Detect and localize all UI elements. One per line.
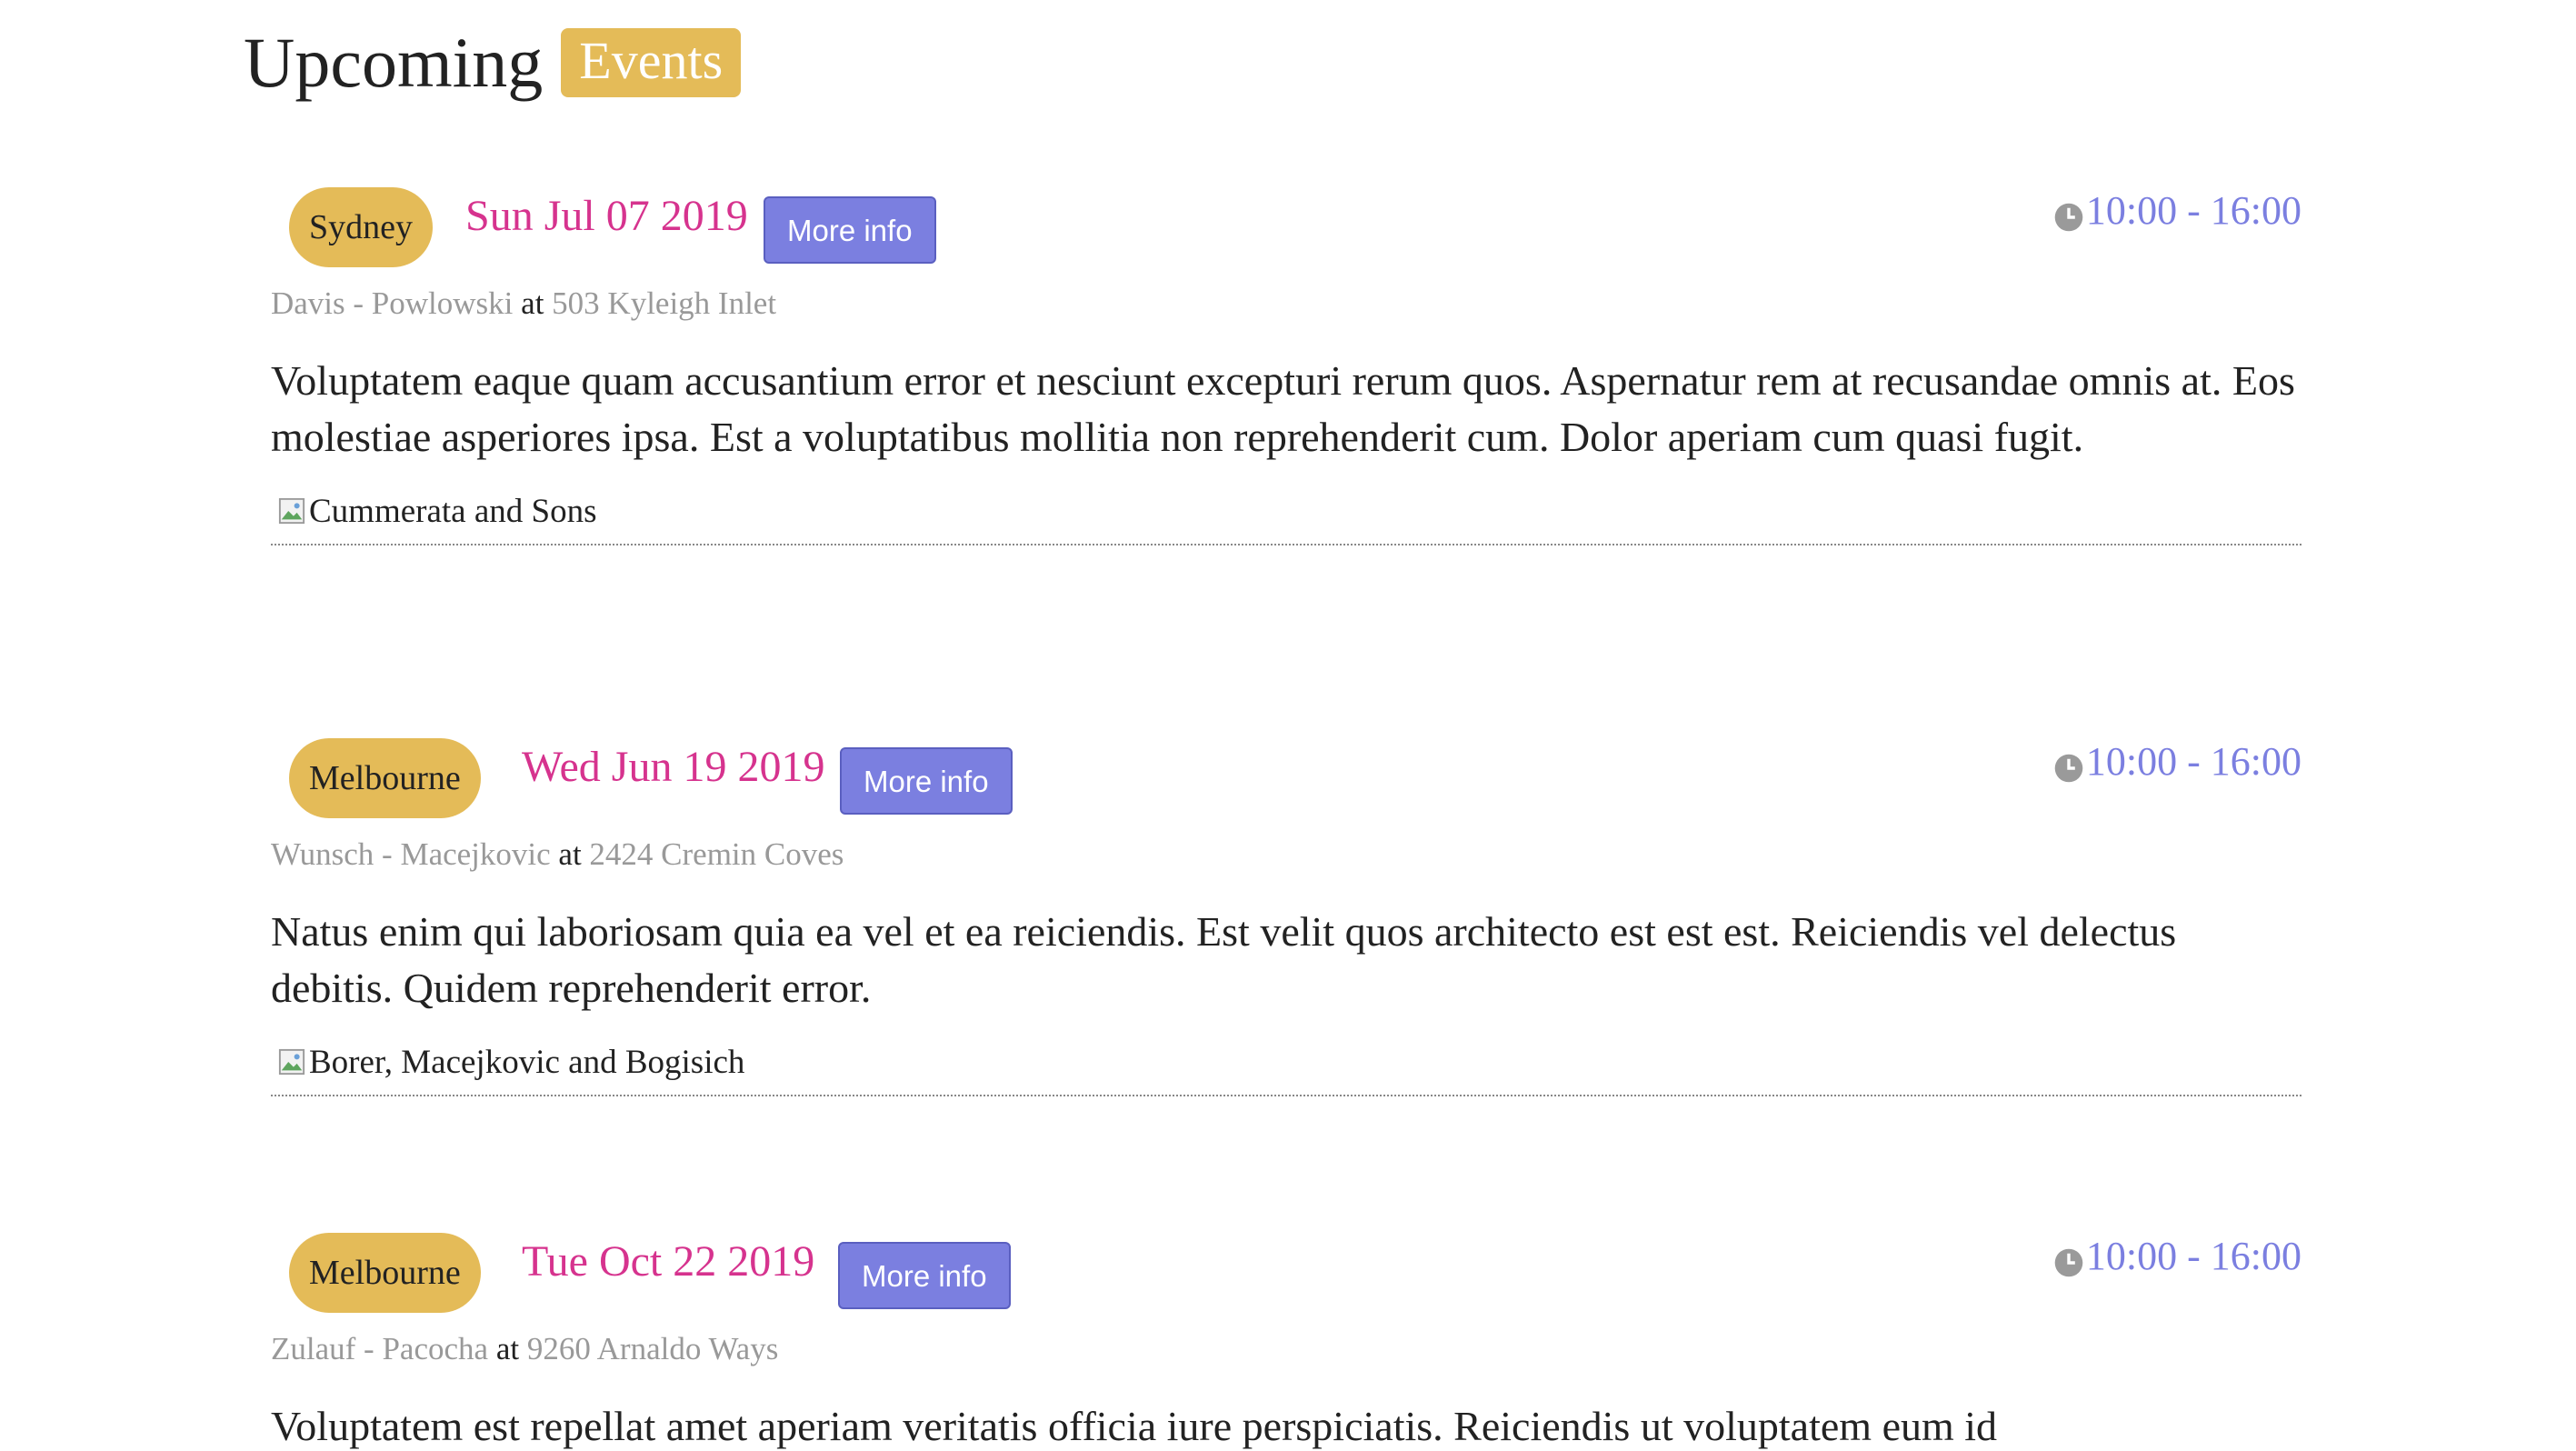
event-card: Sydney Sun Jul 07 2019 More info 10:00 -…: [271, 187, 2301, 545]
event-address: 503 Kyleigh Inlet: [552, 285, 777, 321]
event-header: Melbourne Tue Oct 22 2019 More info 10:0…: [271, 1233, 2301, 1324]
event-time-text: 10:00 - 16:00: [2085, 1234, 2301, 1278]
events-badge: Events: [561, 27, 742, 97]
at-label: at: [521, 285, 544, 321]
event-card: Melbourne Wed Jun 19 2019 More info 10:0…: [271, 738, 2301, 1096]
event-organizer: Wunsch - Macejkovic: [271, 836, 551, 872]
event-location: Zulauf - Pacocha at 9260 Arnaldo Ways: [271, 1324, 2301, 1375]
event-date: Wed Jun 19 2019: [522, 743, 825, 791]
at-label: at: [495, 1331, 520, 1366]
event-time: 10:00 - 16:00: [2053, 187, 2301, 234]
city-badge: Sydney: [289, 187, 433, 267]
event-location: Davis - Powlowski at 503 Kyleigh Inlet: [271, 278, 2301, 329]
event-time: 10:00 - 16:00: [2053, 1233, 2301, 1279]
event-card: Melbourne Tue Oct 22 2019 More info 10:0…: [271, 1233, 2301, 1451]
broken-image-icon: [278, 1048, 305, 1076]
event-description: Voluptatem eaque quam accusantium error …: [271, 357, 2295, 460]
more-info-button[interactable]: More info: [840, 747, 1013, 815]
clock-icon: [2054, 1248, 2083, 1276]
event-divider: [271, 1095, 2301, 1096]
event-time: 10:00 - 16:00: [2053, 738, 2301, 785]
event-organizer: Zulauf - Pacocha: [271, 1331, 489, 1366]
event-date: Tue Oct 22 2019: [522, 1237, 815, 1286]
broken-image-icon: [278, 497, 305, 525]
sponsor-alt-text: Cummerata and Sons: [309, 492, 597, 530]
sponsor-image: Borer, Macejkovic and Bogisich: [271, 1038, 2301, 1086]
event-time-text: 10:00 - 16:00: [2085, 739, 2301, 784]
event-time-text: 10:00 - 16:00: [2085, 188, 2301, 233]
page-title: Upcoming: [244, 23, 544, 102]
clock-icon: [2054, 203, 2083, 231]
event-divider: [271, 544, 2301, 545]
event-description: Natus enim qui laboriosam quia ea vel et…: [271, 908, 2177, 1011]
sponsor-image: Cummerata and Sons: [271, 487, 2301, 535]
more-info-button[interactable]: More info: [838, 1242, 1011, 1309]
event-address: 2424 Cremin Coves: [589, 836, 844, 872]
event-address: 9260 Arnaldo Ways: [526, 1331, 779, 1366]
event-organizer: Davis - Powlowski: [271, 285, 514, 321]
page: Upcoming Events Sydney Sun Jul 07 2019 M…: [0, 0, 2576, 1451]
more-info-button[interactable]: More info: [764, 196, 936, 264]
page-header: Upcoming Events: [244, 20, 742, 105]
sponsor-alt-text: Borer, Macejkovic and Bogisich: [309, 1043, 745, 1081]
event-description: Voluptatem est repellat amet aperiam ver…: [271, 1403, 1998, 1449]
city-badge: Melbourne: [289, 1233, 481, 1313]
event-date: Sun Jul 07 2019: [465, 192, 748, 240]
event-header: Melbourne Wed Jun 19 2019 More info 10:0…: [271, 738, 2301, 829]
city-badge: Melbourne: [289, 738, 481, 818]
clock-icon: [2054, 754, 2083, 782]
at-label: at: [558, 836, 582, 872]
event-header: Sydney Sun Jul 07 2019 More info 10:00 -…: [271, 187, 2301, 278]
event-location: Wunsch - Macejkovic at 2424 Cremin Coves: [271, 829, 2301, 880]
